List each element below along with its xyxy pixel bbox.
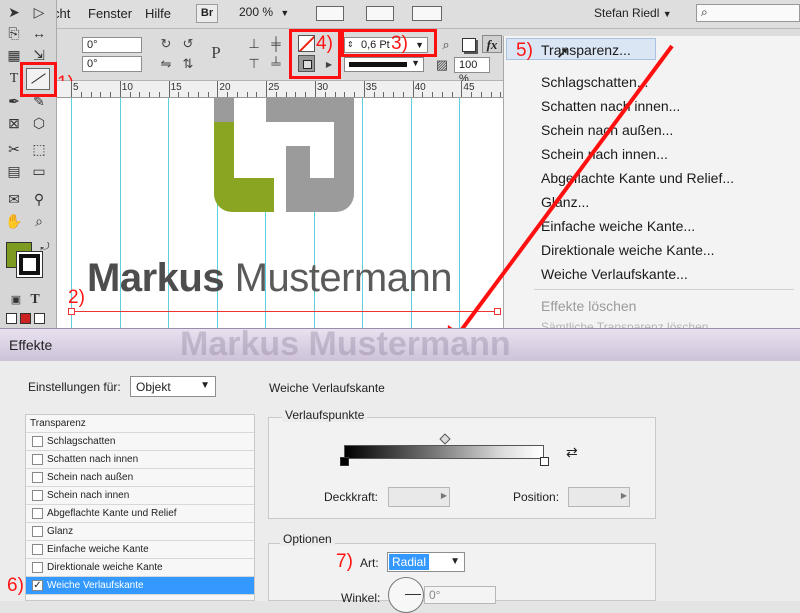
- effect-checkbox[interactable]: [32, 544, 43, 555]
- effect-list-item[interactable]: Glanz: [26, 523, 254, 541]
- effect-checkbox[interactable]: ✓: [32, 580, 43, 591]
- effects-list: Transparenz Schlagschatten Schatten nach …: [25, 414, 255, 601]
- settings-label: Einstellungen für:: [28, 380, 121, 394]
- effect-list-item[interactable]: Schein nach innen: [26, 487, 254, 505]
- reverse-gradient-icon[interactable]: ⇄: [566, 444, 578, 461]
- angle-indicator: [405, 594, 421, 595]
- arrow-shaft: [452, 44, 674, 342]
- position-input[interactable]: ▶: [568, 487, 630, 507]
- effect-label: Schein nach außen: [47, 472, 134, 483]
- effect-label: Schatten nach innen: [47, 454, 139, 465]
- effect-checkbox[interactable]: [32, 508, 43, 519]
- effect-checkbox[interactable]: [32, 472, 43, 483]
- effect-list-item[interactable]: ✓ Weiche Verlaufskante: [26, 577, 254, 595]
- angle-input[interactable]: 0°: [424, 586, 496, 604]
- effect-list-item[interactable]: Direktionale weiche Kante: [26, 559, 254, 577]
- effect-checkbox[interactable]: [32, 490, 43, 501]
- effect-label: Abgeflachte Kante und Relief: [47, 508, 177, 519]
- titlebar-background-text: Markus Mustermann: [180, 325, 511, 363]
- effect-list-item[interactable]: Abgeflachte Kante und Relief: [26, 505, 254, 523]
- triangle-right-icon: ▶: [440, 491, 447, 500]
- effect-label: Schein nach innen: [47, 490, 130, 501]
- gradient-stop-end[interactable]: [540, 457, 549, 466]
- type-value: Radial: [389, 554, 430, 570]
- effect-label: Schlagschatten: [47, 436, 116, 447]
- effect-list-item[interactable]: Einfache weiche Kante: [26, 541, 254, 559]
- chevron-down-icon: ▼: [450, 556, 460, 567]
- effect-list-item[interactable]: Schatten nach innen: [26, 451, 254, 469]
- effect-label: Weiche Verlaufskante: [47, 580, 144, 591]
- effect-checkbox[interactable]: [32, 436, 43, 447]
- chevron-down-icon: ▼: [200, 380, 210, 391]
- effect-checkbox[interactable]: [32, 526, 43, 537]
- annotation-6: 6): [7, 575, 24, 596]
- dialog-titlebar[interactable]: Markus Mustermann Effekte: [0, 325, 800, 363]
- triangle-right-icon: ▶: [620, 491, 627, 500]
- section-title: Weiche Verlaufskante: [269, 381, 385, 395]
- type-select[interactable]: Radial ▼: [387, 552, 465, 572]
- settings-for-select[interactable]: Objekt ▼: [130, 376, 216, 397]
- settings-value: Objekt: [136, 380, 171, 394]
- effect-checkbox[interactable]: [32, 562, 43, 573]
- options-group-title: Optionen: [280, 532, 335, 546]
- gradient-group-title: Verlaufspunkte: [282, 408, 368, 422]
- effect-label: Einfache weiche Kante: [47, 544, 149, 555]
- gradient-stop-start[interactable]: [340, 457, 349, 466]
- effect-list-item[interactable]: Schein nach außen: [26, 469, 254, 487]
- effect-list-item[interactable]: Schlagschatten: [26, 433, 254, 451]
- annotation-7: 7): [336, 551, 353, 572]
- position-label: Position:: [513, 490, 560, 504]
- opacity-label: Deckkraft:: [324, 490, 379, 504]
- angle-label: Winkel:: [341, 591, 381, 605]
- list-header: Transparenz: [26, 415, 254, 433]
- type-label: Art:: [360, 556, 379, 570]
- opacity-input[interactable]: ▶: [388, 487, 450, 507]
- dialog-title: Effekte: [9, 337, 53, 353]
- effect-checkbox[interactable]: [32, 454, 43, 465]
- effect-label: Direktionale weiche Kante: [47, 562, 163, 573]
- angle-dial[interactable]: [388, 577, 424, 613]
- gradient-ramp[interactable]: [344, 445, 544, 459]
- effects-dialog: Markus Mustermann Effekte Einstellungen …: [0, 325, 800, 613]
- effect-label: Glanz: [47, 526, 74, 537]
